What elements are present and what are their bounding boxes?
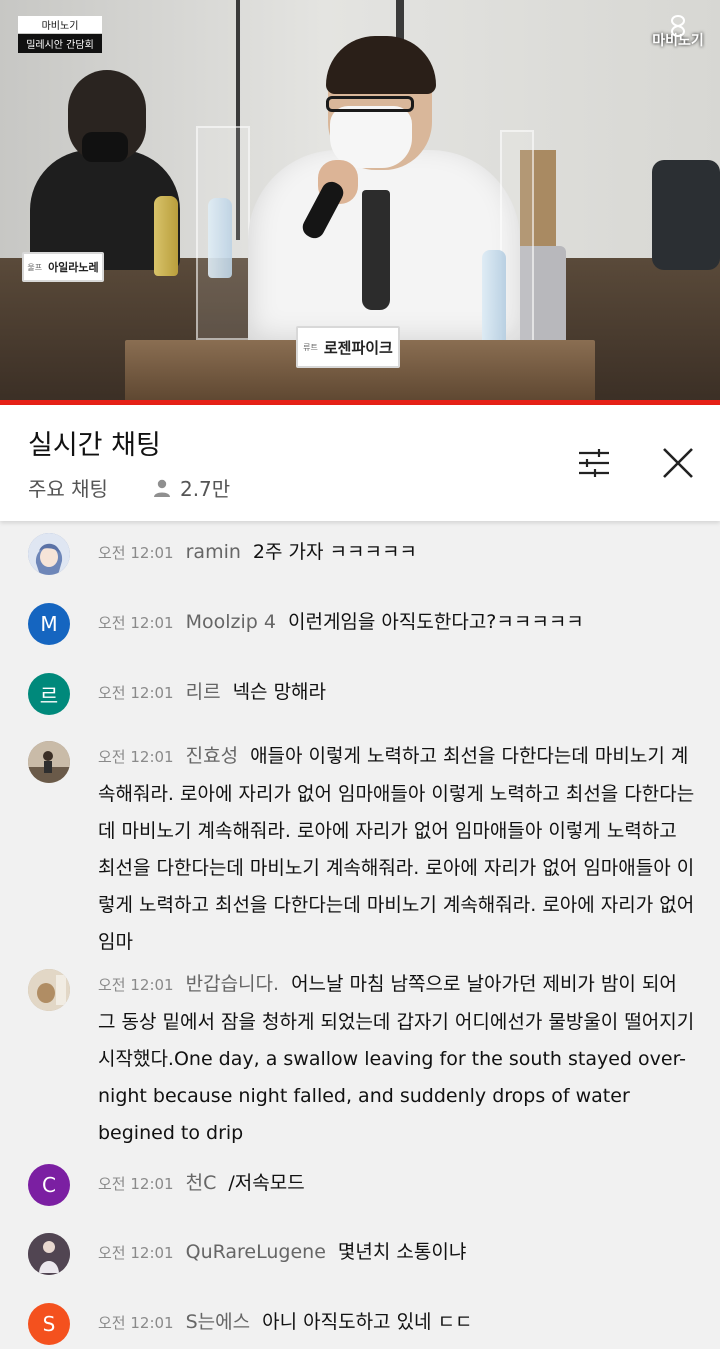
message-author[interactable]: ramin xyxy=(186,541,241,563)
anime-avatar-icon xyxy=(28,533,70,575)
person-icon xyxy=(153,479,170,497)
nameplate-tag: 울프 xyxy=(27,262,43,272)
message-text: 넥슨 망해라 xyxy=(232,681,327,703)
avatar[interactable]: C xyxy=(28,1164,70,1206)
message-author[interactable]: Moolzip 4 xyxy=(186,611,276,633)
message-body: 오전 12:01 QuRareLugene 몇년치 소통이냐 xyxy=(98,1234,698,1272)
avatar[interactable]: M xyxy=(28,603,70,645)
avatar-letter: C xyxy=(42,1173,56,1197)
avatar[interactable] xyxy=(28,533,70,575)
message-body: 오전 12:01 진효성 애들아 이렇게 노력하고 최선을 다한다는데 마비노기 계… xyxy=(98,738,698,961)
avatar-letter: 르 xyxy=(39,683,59,708)
video-player[interactable]: 울프 아일라노레 류트 로젠파이크 마비노기 밀레시안 간담회 마비노기 xyxy=(0,0,720,402)
mabinogi-logo: 마비노기 xyxy=(648,14,708,50)
nameplate-left: 울프 아일라노레 xyxy=(22,252,104,282)
logo-emblem-icon xyxy=(671,15,685,37)
chat-header: 실시간 채팅 주요 채팅 2.7만 xyxy=(0,405,720,521)
nameplate-name: 로젠파이크 xyxy=(323,338,393,357)
message-author[interactable]: 천C xyxy=(186,1172,217,1194)
message-time: 오전 12:01 xyxy=(98,1314,174,1332)
message-body: 오전 12:01 천C/저속모드 xyxy=(98,1165,698,1203)
broadcast-caption: 마비노기 밀레시안 간담회 xyxy=(18,16,102,53)
caption-title: 마비노기 xyxy=(18,16,102,33)
photo-avatar-icon xyxy=(28,1233,70,1275)
message-time: 오전 12:01 xyxy=(98,614,174,632)
nameplate-tag: 류트 xyxy=(303,342,318,352)
avatar-letter: S xyxy=(42,1312,56,1336)
chat-title: 실시간 채팅 xyxy=(28,430,161,461)
acrylic-divider xyxy=(196,126,250,340)
backpack xyxy=(652,160,720,270)
speaker-mask xyxy=(330,106,412,168)
chat-subheader: 주요 채팅 2.7만 xyxy=(28,473,230,502)
message-author[interactable]: S는에스 xyxy=(186,1311,251,1333)
close-icon xyxy=(663,448,693,478)
message-body: 오전 12:01 S는에스 아니 아직도하고 있네 ㄷㄷ xyxy=(98,1304,698,1342)
message-text: 어느날 마침 남쪽으로 날아가던 제비가 밤이 되어 그 동상 밑에서 잠을 청… xyxy=(98,973,695,1144)
message-time: 오전 12:01 xyxy=(98,748,174,766)
message-author[interactable]: 반갑습니다. xyxy=(186,973,279,995)
avatar[interactable] xyxy=(28,969,70,1011)
message-text: 아니 아직도하고 있네 ㄷㄷ xyxy=(262,1311,473,1333)
message-author[interactable]: QuRareLugene xyxy=(186,1241,326,1263)
avatar[interactable]: 르 xyxy=(28,673,70,715)
message-time: 오전 12:01 xyxy=(98,1175,174,1193)
avatar[interactable]: S xyxy=(28,1303,70,1345)
message-body: 오전 12:01 리르 넥슨 망해라 xyxy=(98,674,698,712)
message-text: 애들아 이렇게 노력하고 최선을 다한다는데 마비노기 계속해줘라. 로아에 자… xyxy=(98,745,695,953)
sliders-icon xyxy=(579,449,609,477)
message-time: 오전 12:01 xyxy=(98,976,174,994)
chat-mode-selector[interactable]: 주요 채팅 xyxy=(28,473,108,502)
message-text: 2주 가자 ㅋㅋㅋㅋㅋ xyxy=(252,541,417,563)
speaker-glasses xyxy=(326,96,414,112)
tea-bottle xyxy=(154,196,178,276)
nameplate-name: 아일라노레 xyxy=(48,261,99,274)
person-left-mask xyxy=(82,132,128,162)
speaker-tie xyxy=(362,190,390,310)
message-text: 이런게임을 아직도한다고?ㅋㅋㅋㅋㅋ xyxy=(287,611,584,633)
viewer-count: 2.7만 xyxy=(152,473,230,502)
close-chat-button[interactable] xyxy=(656,441,700,485)
avatar[interactable] xyxy=(28,741,70,783)
photo-avatar-icon xyxy=(28,969,70,1011)
caption-subtitle: 밀레시안 간담회 xyxy=(18,34,102,53)
message-body: 오전 12:01 Moolzip 4 이런게임을 아직도한다고?ㅋㅋㅋㅋㅋ xyxy=(98,604,698,642)
message-author[interactable]: 리르 xyxy=(186,681,221,703)
message-time: 오전 12:01 xyxy=(98,684,174,702)
chat-filter-button[interactable] xyxy=(572,441,616,485)
message-author[interactable]: 진효성 xyxy=(186,745,238,767)
message-body: 오전 12:01 반갑습니다. 어느날 마침 남쪽으로 날아가던 제비가 밤이 되어… xyxy=(98,966,698,1152)
message-body: 오전 12:01 ramin 2주 가자 ㅋㅋㅋㅋㅋ xyxy=(98,534,698,572)
message-time: 오전 12:01 xyxy=(98,544,174,562)
avatar[interactable] xyxy=(28,1233,70,1275)
avatar-letter: M xyxy=(40,612,58,636)
chat-message-list[interactable]: 오전 12:01 ramin 2주 가자 ㅋㅋㅋㅋㅋ M 오전 12:01 Moolz… xyxy=(0,521,720,1349)
message-text: /저속모드 xyxy=(228,1172,305,1194)
nameplate-main: 류트 로젠파이크 xyxy=(296,326,400,368)
message-text: 몇년치 소통이냐 xyxy=(337,1241,467,1263)
photo-avatar-icon xyxy=(28,741,70,783)
message-time: 오전 12:01 xyxy=(98,1244,174,1262)
viewer-count-value: 2.7만 xyxy=(179,477,231,501)
